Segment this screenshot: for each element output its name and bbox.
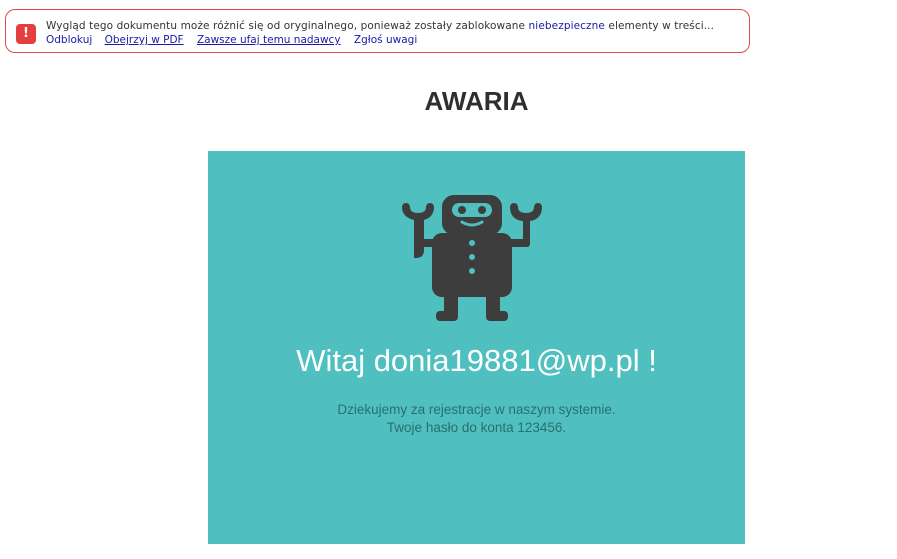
warning-text-highlight: niebezpieczne (528, 20, 605, 32)
security-warning-banner: ! Wygląd tego dokumentu może różnić się … (5, 9, 750, 53)
greeting-heading: Witaj donia19881@wp.pl ! (296, 343, 657, 378)
view-pdf-link[interactable]: Obejrzyj w PDF (105, 34, 184, 46)
warning-actions: Odblokuj Obejrzyj w PDF Zawsze ufaj temu… (46, 34, 426, 46)
page-title: AWARIA (424, 86, 529, 116)
warning-message: Wygląd tego dokumentu może różnić się od… (46, 20, 714, 32)
report-link[interactable]: Zgłoś uwagi (354, 34, 417, 46)
trust-sender-link[interactable]: Zawsze ufaj temu nadawcy (197, 34, 341, 46)
unblock-link[interactable]: Odblokuj (46, 34, 92, 46)
registration-message: Dziekujemy za rejestracje w naszym syste… (208, 401, 745, 437)
warning-text-after: elementy w treści... (608, 20, 715, 32)
email-card: Witaj donia19881@wp.pl ! Dziekujemy za r… (208, 151, 745, 544)
message-line-2: Twoje hasło do konta 123456. (386, 420, 567, 435)
warning-text-before: Wygląd tego dokumentu może różnić się od… (46, 20, 526, 32)
message-line-1: Dziekujemy za rejestracje w naszym syste… (337, 402, 616, 417)
exclamation-icon: ! (16, 24, 36, 44)
robot-icon (402, 195, 542, 321)
